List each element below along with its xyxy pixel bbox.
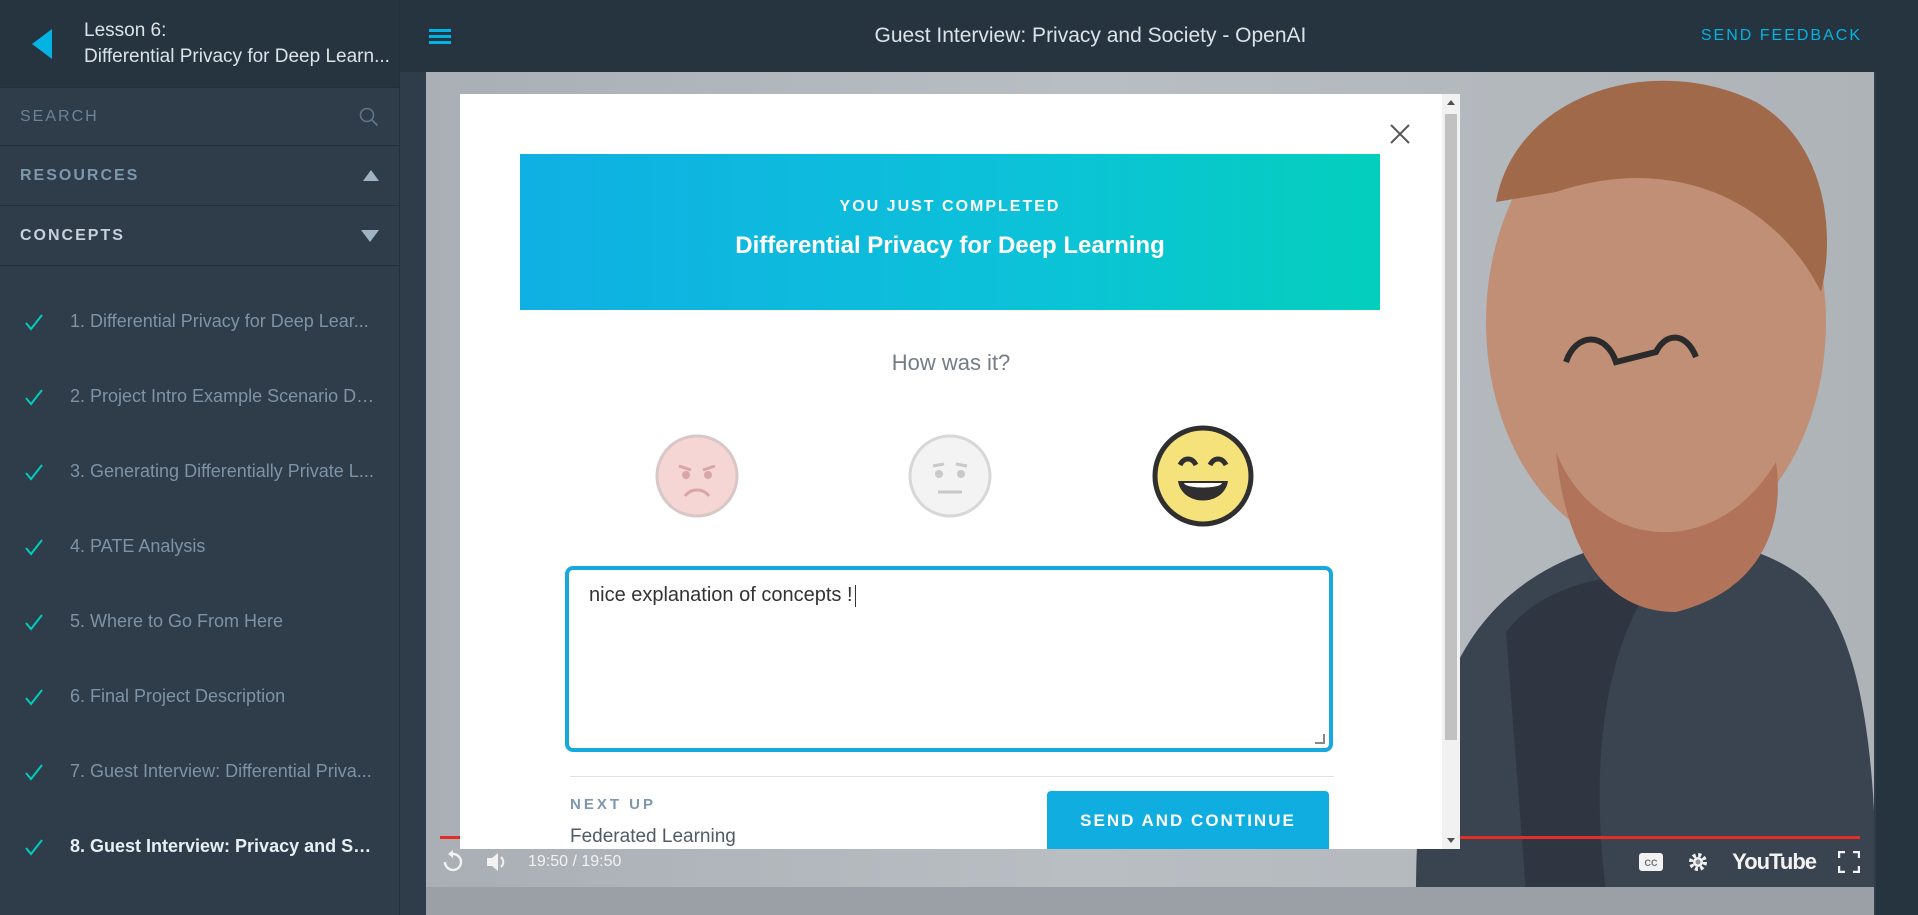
top-bar: Guest Interview: Privacy and Society - O… xyxy=(400,0,1918,72)
lesson-header: Lesson 6: Differential Privacy for Deep … xyxy=(0,0,399,88)
concept-item-active[interactable]: 8. Guest Interview: Privacy and Soci... xyxy=(0,809,399,884)
next-up-title: Federated Learning xyxy=(570,826,736,847)
chevron-down-icon xyxy=(361,229,379,242)
volume-icon xyxy=(487,853,505,871)
svg-text:CC: CC xyxy=(1645,858,1658,868)
rating-sad-button[interactable] xyxy=(655,434,739,523)
checkmark-icon xyxy=(20,311,48,333)
checkmark-icon xyxy=(20,686,48,708)
lesson-number: Lesson 6: xyxy=(84,19,167,41)
send-and-continue-button[interactable]: SEND AND CONTINUE xyxy=(1047,791,1329,849)
concept-label: 3. Generating Differentially Private L..… xyxy=(70,461,374,481)
concept-label: 1. Differential Privacy for Deep Lear... xyxy=(70,311,369,331)
concept-item[interactable]: 6. Final Project Description xyxy=(0,659,399,734)
close-icon xyxy=(1390,124,1410,144)
happy-face-icon xyxy=(1152,425,1254,527)
fullscreen-icon[interactable] xyxy=(1838,851,1860,873)
scroll-thumb[interactable] xyxy=(1445,114,1457,740)
rating-neutral-button[interactable] xyxy=(908,434,992,523)
checkmark-icon xyxy=(20,386,48,408)
concept-item[interactable]: 2. Project Intro Example Scenario De... xyxy=(0,359,399,434)
resources-label: RESOURCES xyxy=(20,166,140,184)
search-label: SEARCH xyxy=(20,107,99,125)
back-button[interactable] xyxy=(0,0,84,88)
youtube-logo[interactable]: YouTube xyxy=(1732,849,1817,875)
checkmark-icon xyxy=(20,761,48,783)
menu-button[interactable] xyxy=(400,26,480,47)
right-edge xyxy=(1876,72,1918,915)
scroll-up-icon[interactable] xyxy=(1447,100,1455,105)
hamburger-icon xyxy=(429,26,451,47)
concepts-toggle[interactable]: CONCEPTS xyxy=(0,206,399,266)
rating-question: How was it? xyxy=(891,350,1011,375)
checkmark-icon xyxy=(20,536,48,558)
resources-toggle[interactable]: RESOURCES xyxy=(0,146,399,206)
search-icon xyxy=(359,107,379,126)
checkmark-icon xyxy=(20,611,48,633)
divider xyxy=(570,776,1334,777)
rating-happy-button[interactable] xyxy=(1152,425,1254,532)
lesson-titles: Lesson 6: Differential Privacy for Deep … xyxy=(84,18,390,70)
concepts-label: CONCEPTS xyxy=(20,226,125,244)
video-bottom-strip xyxy=(426,887,1874,915)
checkmark-icon xyxy=(20,461,48,483)
captions-icon[interactable]: CC xyxy=(1638,852,1664,872)
sidebar: Lesson 6: Differential Privacy for Deep … xyxy=(0,0,400,915)
next-up-label: NEXT UP xyxy=(570,796,657,813)
send-feedback-link[interactable]: SEND FEEDBACK xyxy=(1701,27,1918,45)
sad-face-icon xyxy=(655,434,739,518)
concept-label: 5. Where to Go From Here xyxy=(70,611,284,631)
chevron-up-icon xyxy=(363,170,379,181)
concept-item[interactable]: 3. Generating Differentially Private L..… xyxy=(0,434,399,509)
settings-gear-icon[interactable] xyxy=(1686,850,1710,874)
completion-banner: YOU JUST COMPLETED Differential Privacy … xyxy=(520,154,1380,310)
volume-button[interactable] xyxy=(484,849,510,875)
feedback-text: nice explanation of concepts ! xyxy=(589,584,853,606)
lesson-title: Differential Privacy for Deep Learn... xyxy=(84,45,390,67)
concept-label: 2. Project Intro Example Scenario De... xyxy=(70,386,380,406)
concept-item[interactable]: 1. Differential Privacy for Deep Lear... xyxy=(0,284,399,359)
concept-item[interactable]: 4. PATE Analysis xyxy=(0,509,399,584)
completion-modal: YOU JUST COMPLETED Differential Privacy … xyxy=(460,94,1460,849)
concept-item[interactable]: 7. Guest Interview: Differential Priva..… xyxy=(0,734,399,809)
close-button[interactable] xyxy=(1386,120,1414,148)
concept-label: 6. Final Project Description xyxy=(70,686,286,706)
resize-handle-icon[interactable] xyxy=(1315,734,1325,744)
text-caret xyxy=(854,584,856,607)
neutral-face-icon xyxy=(908,434,992,518)
concept-label: 4. PATE Analysis xyxy=(70,536,206,556)
back-arrow-icon xyxy=(32,28,52,59)
banner-kicker: YOU JUST COMPLETED xyxy=(839,198,1061,215)
concept-item[interactable]: 5. Where to Go From Here xyxy=(0,584,399,659)
concept-label: 7. Guest Interview: Differential Priva..… xyxy=(70,761,372,781)
search-bar[interactable]: SEARCH xyxy=(0,88,399,146)
replay-icon xyxy=(443,850,463,872)
feedback-textarea[interactable]: nice explanation of concepts ! xyxy=(565,566,1333,752)
concept-label: 8. Guest Interview: Privacy and Soci... xyxy=(70,836,380,856)
video-time: 19:50 / 19:50 xyxy=(528,853,622,870)
completed-lesson-title: Differential Privacy for Deep Learning xyxy=(735,232,1165,259)
checkmark-icon xyxy=(20,836,48,858)
scroll-down-icon[interactable] xyxy=(1447,838,1455,843)
modal-scrollbar[interactable] xyxy=(1442,94,1460,849)
replay-button[interactable] xyxy=(440,849,466,875)
concept-list: 1. Differential Privacy for Deep Lear...… xyxy=(0,284,399,884)
page-title: Guest Interview: Privacy and Society - O… xyxy=(874,24,1307,47)
